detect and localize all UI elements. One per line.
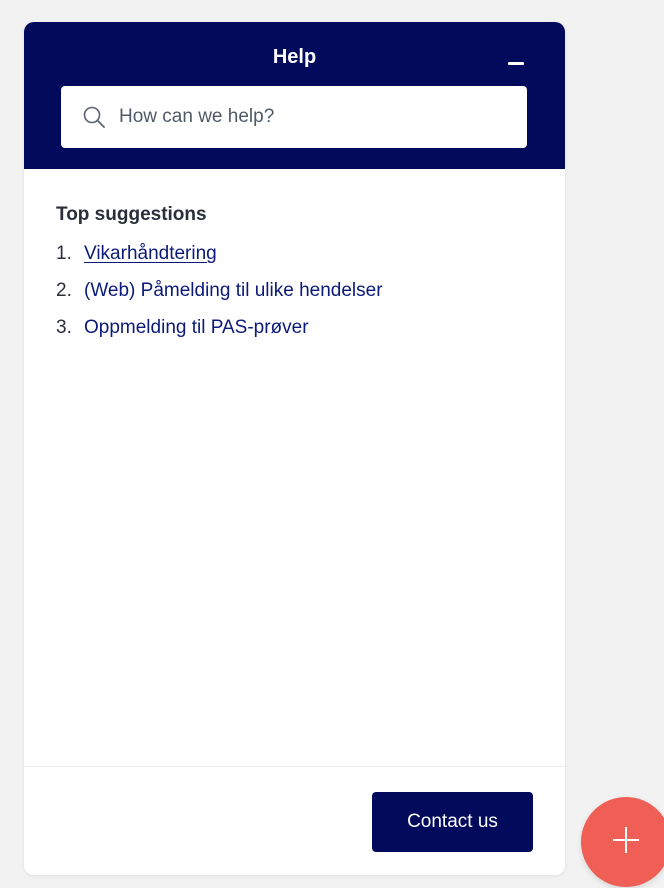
help-footer: Contact us (24, 766, 565, 875)
contact-us-button[interactable]: Contact us (372, 792, 533, 852)
help-launcher-button[interactable] (581, 797, 664, 887)
suggestion-link[interactable]: (Web) Påmelding til ulike hendelser (84, 280, 383, 301)
search-icon (83, 106, 105, 128)
help-widget: Help Top suggestions 1. Vikarhåndtering 2… (24, 22, 565, 875)
suggestions-heading: Top suggestions (56, 204, 207, 225)
search-input[interactable] (119, 86, 509, 148)
suggestion-link[interactable]: Vikarhåndtering (84, 243, 217, 264)
suggestions-list: 1. Vikarhåndtering 2. (Web) Påmelding til … (56, 241, 383, 352)
suggestion-link[interactable]: Oppmelding til PAS-prøver (84, 317, 309, 338)
list-item: 2. (Web) Påmelding til ulike hendelser (56, 278, 383, 315)
minimize-icon (508, 62, 524, 65)
suggestion-number: 2. (56, 280, 72, 301)
help-header: Help (24, 22, 565, 169)
suggestion-number: 3. (56, 317, 72, 338)
help-title: Help (272, 46, 317, 68)
plus-icon-vertical (625, 827, 627, 853)
list-item: 3. Oppmelding til PAS-prøver (56, 315, 383, 352)
search-box[interactable] (61, 86, 527, 148)
list-item: 1. Vikarhåndtering (56, 241, 383, 278)
minimize-button[interactable] (503, 48, 529, 74)
suggestion-number: 1. (56, 243, 72, 264)
